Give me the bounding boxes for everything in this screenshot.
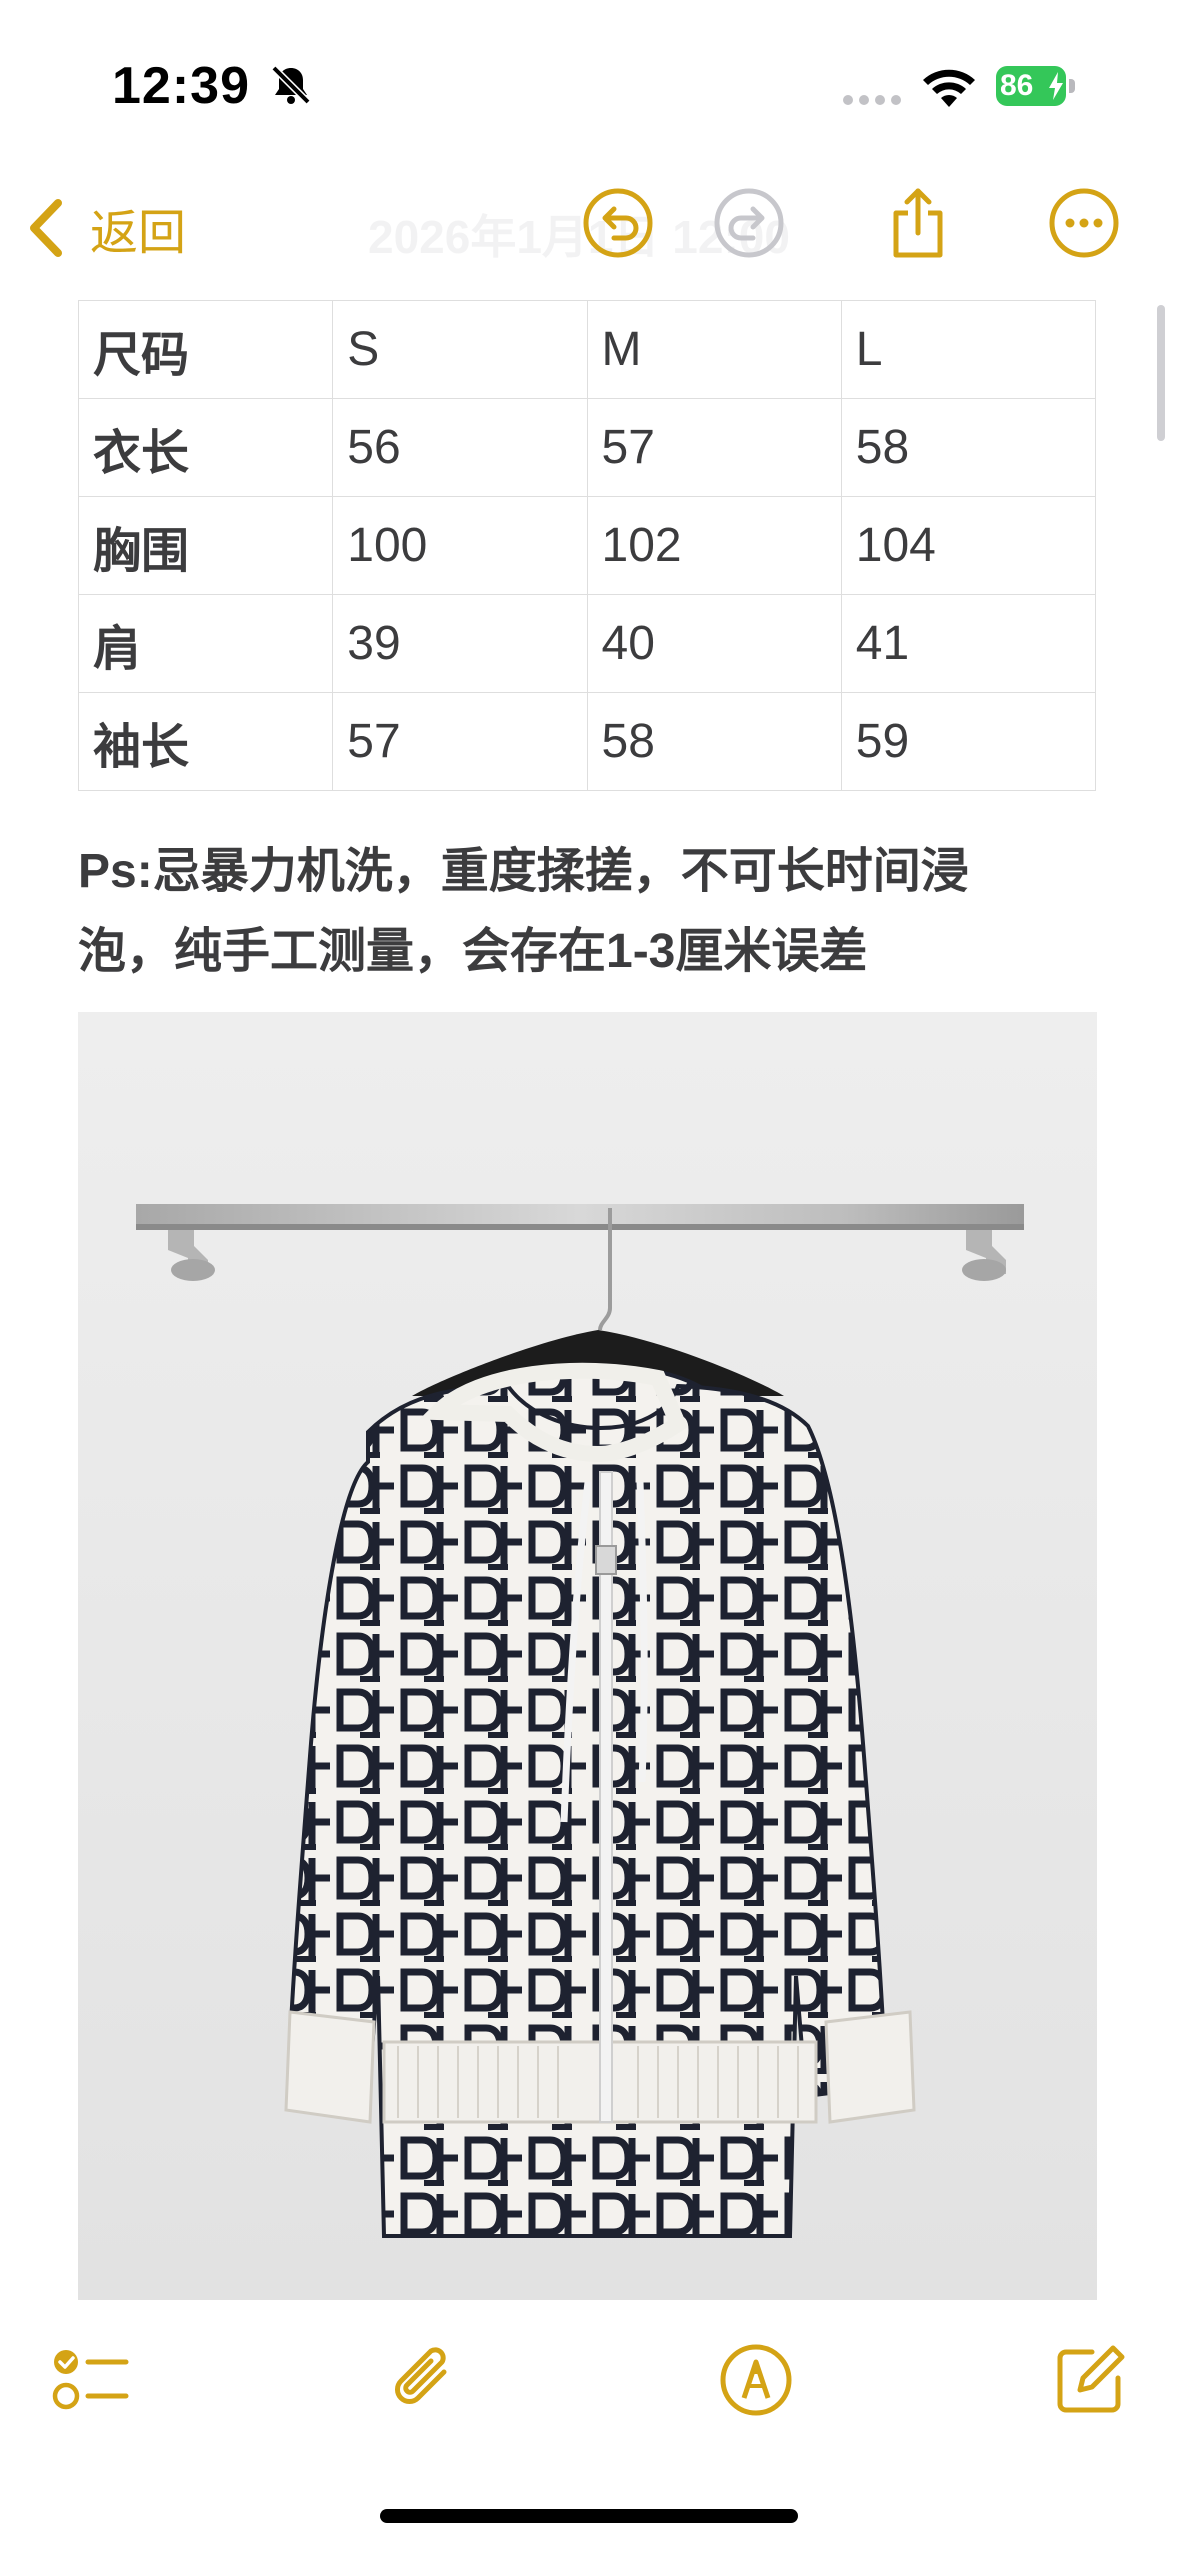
wifi-icon	[923, 69, 975, 107]
table-cell[interactable]: 胸围	[77, 496, 334, 595]
note-line: 泡，纯手工测量，会存在1-3厘米误差	[78, 925, 868, 978]
table-cell[interactable]: 袖长	[77, 692, 334, 791]
table-cell[interactable]: 56	[332, 398, 588, 497]
battery-indicator: 86	[996, 66, 1076, 106]
navigation-bar: 返回 2026年1月1日 12:00	[0, 165, 1179, 295]
chevron-left-icon	[30, 199, 62, 257]
note-text[interactable]: Ps:忌暴力机洗，重度揉搓，不可长时间浸 泡，纯手工测量，会存在1-3厘米误差	[78, 832, 1098, 992]
size-table: 尺码 S M L 衣长 56 57 58 胸围 100 102 104 肩 39…	[77, 300, 1097, 791]
share-button[interactable]	[880, 185, 956, 261]
more-icon	[1049, 188, 1119, 258]
table-cell[interactable]: 59	[840, 692, 1097, 791]
note-line: Ps:忌暴力机洗，重度揉搓，不可长时间浸	[78, 845, 969, 898]
table-row: 衣长 56 57 58	[77, 398, 1097, 497]
checklist-button[interactable]	[50, 2340, 130, 2420]
table-cell[interactable]: 58	[840, 398, 1097, 497]
table-cell[interactable]: 100	[332, 496, 588, 595]
cellular-dots-icon	[843, 95, 901, 105]
table-cell[interactable]: L	[840, 300, 1097, 399]
undo-button[interactable]	[580, 185, 656, 261]
undo-icon	[583, 188, 653, 258]
table-cell[interactable]: 尺码	[77, 300, 334, 399]
table-cell[interactable]: S	[332, 300, 588, 399]
compose-icon	[1057, 2345, 1125, 2413]
status-bar: 12:39 86	[0, 0, 1179, 160]
table-cell[interactable]: 58	[586, 692, 842, 791]
more-button[interactable]	[1046, 185, 1122, 261]
checklist-icon	[52, 2350, 129, 2410]
compose-button[interactable]	[1050, 2340, 1130, 2420]
table-row: 尺码 S M L	[77, 300, 1097, 399]
markup-button[interactable]	[716, 2340, 796, 2420]
charging-bolt-icon	[1049, 72, 1063, 100]
table-cell[interactable]: 40	[586, 594, 842, 693]
back-button[interactable]: 返回	[24, 193, 186, 263]
scroll-indicator[interactable]	[1157, 305, 1165, 441]
table-cell[interactable]: 102	[586, 496, 842, 595]
hoodie-photo	[78, 1012, 1097, 2300]
bell-slash-icon	[271, 65, 311, 105]
table-cell[interactable]: 41	[840, 594, 1097, 693]
bottom-toolbar	[0, 2330, 1179, 2480]
redo-button[interactable]	[711, 185, 787, 261]
table-cell[interactable]: 39	[332, 594, 588, 693]
table-cell[interactable]: 57	[586, 398, 842, 497]
home-indicator[interactable]	[380, 2509, 798, 2523]
table-cell[interactable]: M	[586, 300, 842, 399]
share-icon	[893, 188, 943, 258]
photo-attachment[interactable]	[78, 1012, 1097, 2300]
attachment-button[interactable]	[386, 2340, 466, 2420]
paperclip-icon	[395, 2347, 447, 2404]
table-row: 胸围 100 102 104	[77, 496, 1097, 595]
status-time: 12:39	[112, 57, 250, 115]
table-cell[interactable]: 肩	[77, 594, 334, 693]
table-cell[interactable]: 57	[332, 692, 588, 791]
battery-cap	[1069, 79, 1075, 93]
markup-pen-icon	[720, 2344, 792, 2416]
table-row: 袖长 57 58 59	[77, 692, 1097, 791]
redo-icon	[714, 188, 784, 258]
table-row: 肩 39 40 41	[77, 594, 1097, 693]
table-cell[interactable]: 104	[840, 496, 1097, 595]
back-label: 返回	[90, 207, 187, 260]
table-cell[interactable]: 衣长	[77, 398, 334, 497]
